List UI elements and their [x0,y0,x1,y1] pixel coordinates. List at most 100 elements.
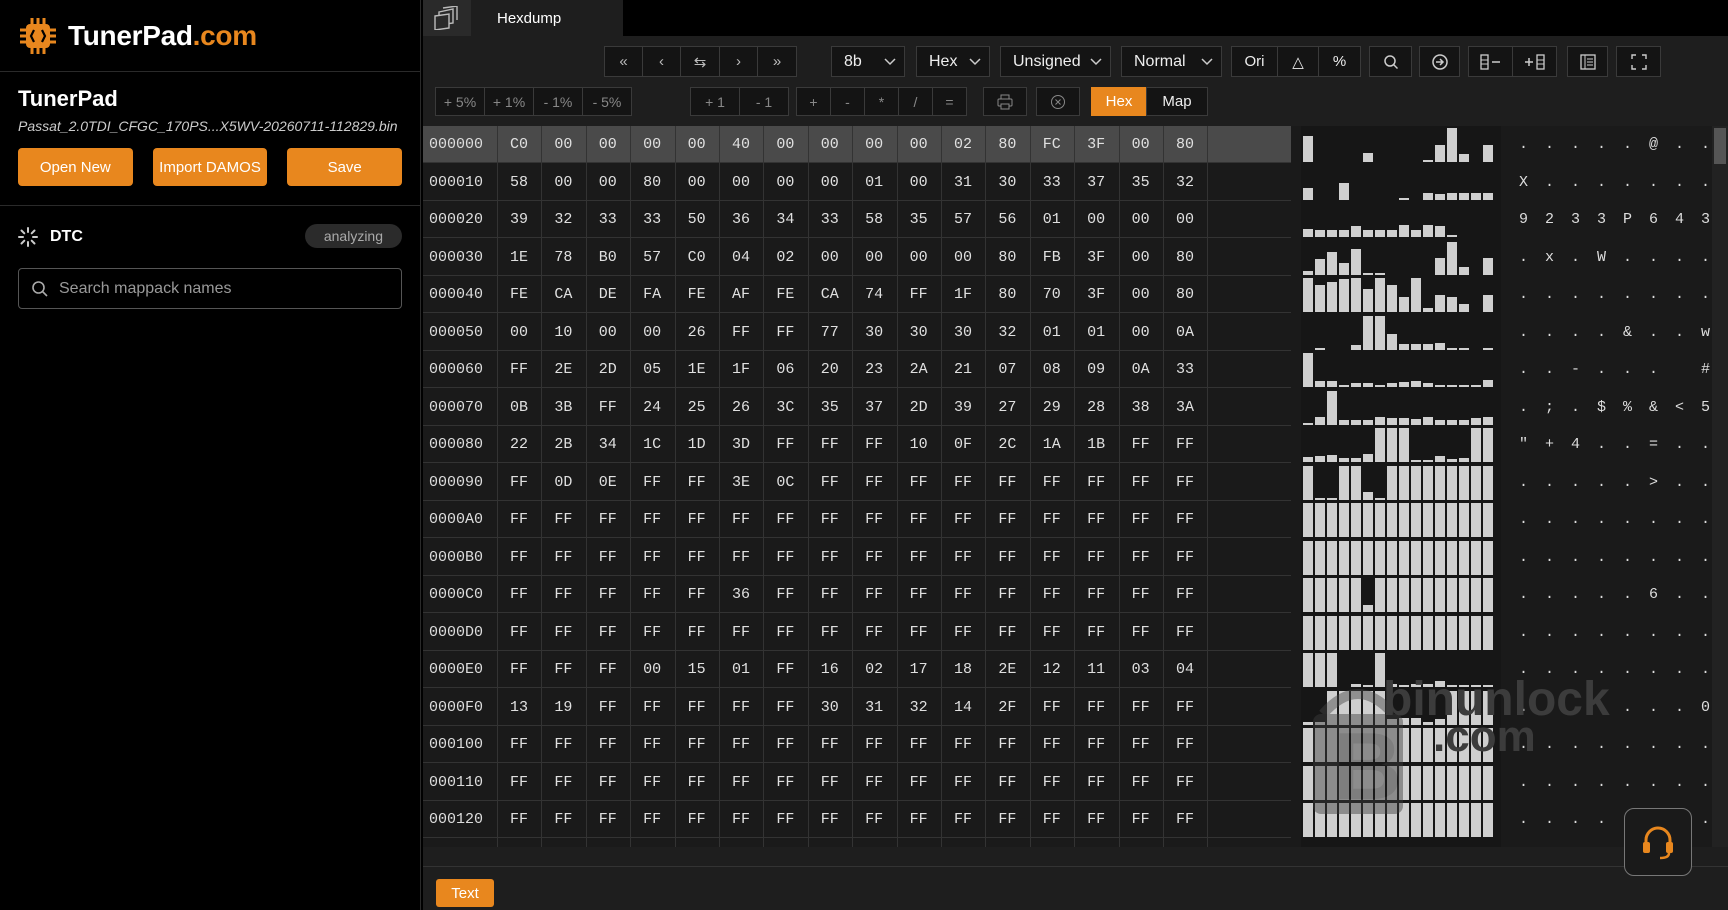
hex-byte-cell[interactable]: FF [584,736,632,753]
hex-byte-cell[interactable]: 23 [850,361,898,378]
hex-byte-cell[interactable]: FF [495,624,543,641]
hex-byte-cell[interactable]: FF [584,586,632,603]
hex-byte-cell[interactable]: FF [717,324,765,341]
hex-byte-cell[interactable]: 01 [850,174,898,191]
hex-byte-cell[interactable]: 37 [1072,174,1120,191]
hex-byte-cell[interactable]: 29 [1028,399,1076,416]
hex-byte-cell[interactable]: 57 [939,211,987,228]
hex-byte-cell[interactable]: 13 [495,699,543,716]
hex-byte-cell[interactable]: FF [983,736,1031,753]
hex-byte-cell[interactable]: FF [673,549,721,566]
hex-byte-cell[interactable]: FF [806,586,854,603]
hex-byte-cell[interactable]: FF [806,624,854,641]
side-panel-button[interactable] [1567,46,1608,77]
hex-byte-cell[interactable]: 36 [717,586,765,603]
hex-byte-cell[interactable]: FF [495,774,543,791]
byte-order-select[interactable]: Normal [1121,46,1222,77]
hex-byte-cell[interactable]: FF [717,811,765,828]
hex-byte-cell[interactable]: 78 [539,249,587,266]
hex-byte-cell[interactable]: 32 [983,324,1031,341]
hex-byte-cell[interactable]: 0F [939,436,987,453]
hex-byte-cell[interactable]: FF [850,549,898,566]
hex-byte-cell[interactable]: 77 [806,324,854,341]
hex-byte-cell[interactable]: 00 [895,136,943,153]
hex-byte-cell[interactable]: FF [761,811,809,828]
hex-byte-cell[interactable]: 16 [806,661,854,678]
hex-byte-cell[interactable]: 20 [806,361,854,378]
hex-byte-cell[interactable]: FF [495,586,543,603]
hex-byte-cell[interactable]: 35 [806,399,854,416]
hex-byte-cell[interactable]: 35 [895,211,943,228]
hex-byte-cell[interactable]: 58 [850,211,898,228]
hex-byte-cell[interactable]: 1F [939,286,987,303]
hex-byte-cell[interactable]: FF [1072,586,1120,603]
hex-byte-cell[interactable]: 0D [539,474,587,491]
hex-byte-cell[interactable]: FF [895,286,943,303]
hex-byte-cell[interactable]: FE [761,286,809,303]
hex-byte-cell[interactable]: FF [1072,699,1120,716]
hex-byte-cell[interactable]: FF [761,436,809,453]
ori-button[interactable]: Ori [1231,46,1278,77]
hex-byte-cell[interactable]: FF [1028,511,1076,528]
increase-5pct-button[interactable]: + 5% [435,87,485,116]
hex-byte-cell[interactable]: 00 [584,136,632,153]
hex-byte-cell[interactable]: 07 [983,361,1031,378]
hex-byte-cell[interactable]: FB [1028,249,1076,266]
hex-byte-cell[interactable]: FF [850,811,898,828]
hex-byte-cell[interactable]: FF [628,511,676,528]
hex-byte-cell[interactable]: 00 [539,174,587,191]
hex-byte-cell[interactable]: FA [628,286,676,303]
hex-byte-cell[interactable]: FF [628,699,676,716]
hex-byte-cell[interactable]: 1B [1072,436,1120,453]
hex-byte-cell[interactable]: 2A [895,361,943,378]
hex-byte-cell[interactable]: FF [1117,511,1165,528]
open-new-button[interactable]: Open New [18,148,133,186]
hex-byte-cell[interactable]: FF [1161,736,1209,753]
hex-byte-cell[interactable]: FF [1072,736,1120,753]
hex-byte-cell[interactable]: FF [850,511,898,528]
hex-byte-cell[interactable]: FF [584,511,632,528]
hex-byte-cell[interactable]: FF [939,474,987,491]
increase-1pct-button[interactable]: + 1% [484,87,534,116]
hex-byte-cell[interactable]: FF [539,624,587,641]
hex-byte-cell[interactable]: FC [1028,136,1076,153]
hex-byte-cell[interactable]: 1C [628,436,676,453]
hex-byte-cell[interactable]: FF [761,736,809,753]
hex-byte-cell[interactable]: 00 [806,249,854,266]
hex-byte-cell[interactable]: 12 [1028,661,1076,678]
hex-byte-cell[interactable]: 2C [983,436,1031,453]
hex-byte-cell[interactable]: FF [983,549,1031,566]
hex-byte-cell[interactable]: FF [761,624,809,641]
decrease-5pct-button[interactable]: - 5% [582,87,632,116]
hex-byte-cell[interactable]: 01 [1028,211,1076,228]
text-view-button[interactable]: Text [436,879,494,907]
hex-byte-cell[interactable]: FF [939,586,987,603]
hex-byte-cell[interactable]: 39 [495,211,543,228]
hex-byte-cell[interactable]: FF [895,549,943,566]
hex-byte-cell[interactable]: FF [1117,811,1165,828]
hex-byte-cell[interactable]: 1E [673,361,721,378]
signedness-select[interactable]: Unsigned [1000,46,1111,77]
hex-byte-cell[interactable]: 2E [539,361,587,378]
app-menu-button[interactable] [423,0,471,36]
hex-byte-cell[interactable]: 02 [761,249,809,266]
hex-byte-cell[interactable]: 31 [939,174,987,191]
hex-byte-cell[interactable]: 80 [983,286,1031,303]
hex-byte-cell[interactable]: FF [939,624,987,641]
hex-byte-cell[interactable]: FF [895,736,943,753]
hex-byte-cell[interactable]: FF [1161,511,1209,528]
hex-byte-cell[interactable]: FF [673,736,721,753]
op-set-button[interactable]: = [932,87,967,116]
hex-byte-cell[interactable]: 3F [1072,249,1120,266]
word-size-select[interactable]: 8b [831,46,905,77]
hex-byte-cell[interactable]: 00 [806,136,854,153]
view-map-button[interactable]: Map [1146,87,1208,116]
hex-byte-cell[interactable]: FF [1161,774,1209,791]
hex-byte-cell[interactable]: 28 [1072,399,1120,416]
hex-byte-cell[interactable]: 01 [717,661,765,678]
last-page-button[interactable]: » [757,46,797,77]
hex-byte-cell[interactable]: FF [761,549,809,566]
hex-byte-cell[interactable]: 14 [939,699,987,716]
hex-byte-cell[interactable]: FF [895,774,943,791]
hex-byte-cell[interactable]: 00 [1117,136,1165,153]
